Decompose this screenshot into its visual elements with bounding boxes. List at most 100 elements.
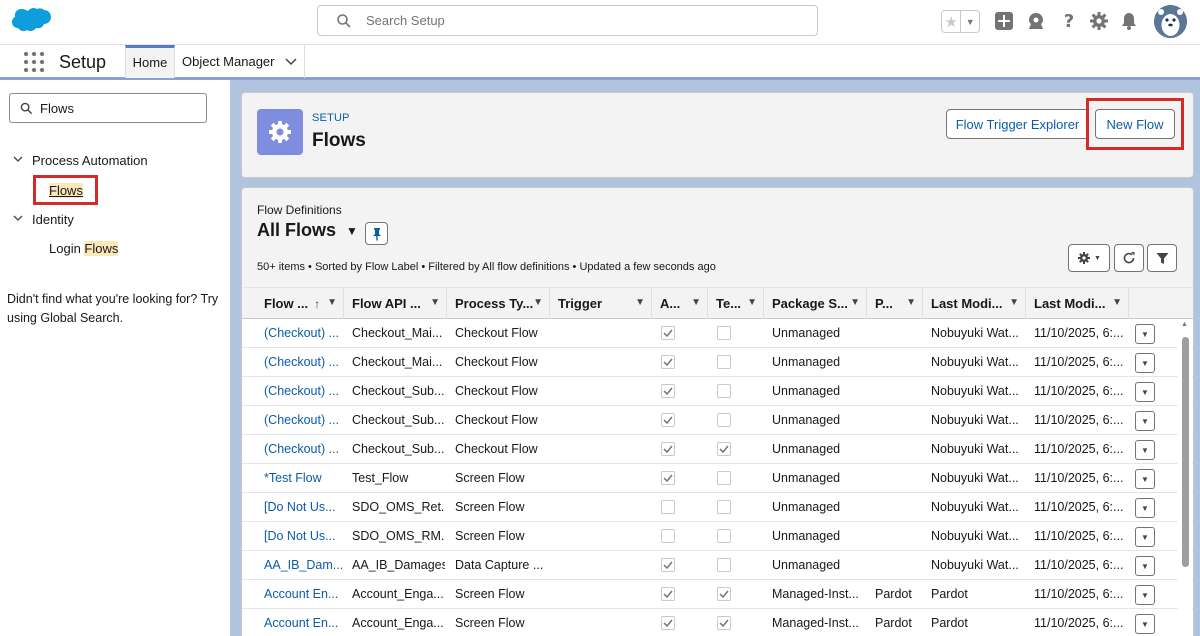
flow-label-link[interactable]: (Checkout) ...	[254, 377, 342, 405]
table-row[interactable]: (Checkout) ... Checkout_Mai... Checkout Fl…	[242, 319, 1193, 348]
template-cell	[706, 493, 762, 521]
row-action-menu-button[interactable]: ▼	[1135, 382, 1155, 402]
active-cell	[650, 493, 706, 521]
table-row[interactable]: *Test Flow Test_Flow Screen Flow Unmanaged N…	[242, 464, 1193, 493]
flow-label-link[interactable]: (Checkout) ...	[254, 348, 342, 376]
package-state-cell: Unmanaged	[772, 471, 841, 485]
tree-section-identity[interactable]: Identity	[13, 212, 74, 227]
new-flow-button[interactable]: New Flow	[1095, 109, 1175, 139]
tab-home[interactable]: Home	[125, 45, 175, 78]
flow-label-link[interactable]: *Test Flow	[254, 464, 342, 492]
list-view-selector[interactable]: All Flows ▼	[257, 220, 358, 241]
row-action-menu-button[interactable]: ▼	[1135, 585, 1155, 605]
trailhead-icon[interactable]	[1025, 10, 1047, 32]
column-header-last-modified-date[interactable]: Last Modi... ▼	[1026, 288, 1129, 319]
tab-object-manager-label: Object Manager	[182, 54, 275, 69]
column-header-active[interactable]: A... ▼	[652, 288, 708, 319]
chevron-down-icon[interactable]: ▼	[747, 297, 757, 308]
last-modified-by-cell: Nobuyuki Wat...	[931, 442, 1019, 456]
quick-find[interactable]	[9, 93, 207, 123]
chevron-down-icon[interactable]: ▼	[691, 297, 701, 308]
row-action-menu-button[interactable]: ▼	[1135, 614, 1155, 634]
flow-label-link[interactable]: Account En...	[254, 609, 342, 636]
chevron-down-icon[interactable]: ▼	[533, 297, 543, 308]
column-header-package-state[interactable]: Package S... ▼	[764, 288, 867, 319]
column-header-last-modified-by[interactable]: Last Modi... ▼	[923, 288, 1026, 319]
chevron-down-icon[interactable]: ▼	[850, 297, 860, 308]
row-action-menu-button[interactable]: ▼	[1135, 527, 1155, 547]
chevron-down-icon[interactable]	[13, 214, 25, 225]
list-view-controls-button[interactable]: ▼	[1068, 244, 1110, 272]
scroll-thumb[interactable]	[1182, 337, 1189, 567]
row-action-menu-button[interactable]: ▼	[1135, 556, 1155, 576]
global-search[interactable]	[317, 5, 818, 36]
flow-label-link[interactable]: (Checkout) ...	[254, 406, 342, 434]
active-checkbox	[661, 413, 675, 427]
table-row[interactable]: (Checkout) ... Checkout_Sub... Checkout Fl…	[242, 377, 1193, 406]
filter-button[interactable]	[1147, 244, 1177, 272]
favorites-group[interactable]: ★ ▼	[941, 10, 980, 33]
table-row[interactable]: Account En... Account_Enga... Screen Flow M…	[242, 609, 1193, 636]
row-action-menu-button[interactable]: ▼	[1135, 440, 1155, 460]
column-header-package[interactable]: P... ▼	[867, 288, 923, 319]
salesforce-logo[interactable]	[12, 7, 52, 35]
add-icon[interactable]	[993, 10, 1015, 32]
column-header-process-type[interactable]: Process Ty... ▼	[447, 288, 550, 319]
flow-label-link[interactable]: [Do Not Us...	[254, 493, 342, 521]
chevron-down-icon[interactable]: ▼	[906, 297, 916, 308]
row-action-menu-button[interactable]: ▼	[1135, 498, 1155, 518]
scroll-up-icon[interactable]: ▲	[1181, 321, 1188, 328]
flow-label-link[interactable]: Account En...	[254, 580, 342, 608]
tree-section-process-automation[interactable]: Process Automation	[13, 153, 148, 168]
row-action-menu-button[interactable]: ▼	[1135, 469, 1155, 489]
column-header-flow-label[interactable]: Flow ... ↑ ▼	[256, 288, 344, 319]
avatar[interactable]	[1154, 5, 1187, 38]
column-header-flow-api[interactable]: Flow API ... ▼	[344, 288, 447, 319]
caret-down-icon[interactable]: ▼	[346, 224, 358, 238]
pin-button[interactable]	[365, 222, 388, 245]
flow-label-link[interactable]: (Checkout) ...	[254, 319, 342, 347]
table-row[interactable]: Account En... Account_Enga... Screen Flow M…	[242, 580, 1193, 609]
table-row[interactable]: (Checkout) ... Checkout_Sub... Checkout Fl…	[242, 406, 1193, 435]
column-header-trigger[interactable]: Trigger ▼	[550, 288, 652, 319]
chevron-down-icon[interactable]: ▼	[961, 11, 979, 32]
flow-label-link[interactable]: (Checkout) ...	[254, 435, 342, 463]
trigger-cell	[548, 580, 650, 608]
row-action-menu-button[interactable]: ▼	[1135, 353, 1155, 373]
tab-object-manager[interactable]: Object Manager	[175, 45, 305, 78]
chevron-down-icon[interactable]	[284, 54, 297, 69]
table-row[interactable]: (Checkout) ... Checkout_Sub... Checkout Fl…	[242, 435, 1193, 464]
active-cell	[650, 319, 706, 347]
chevron-down-icon[interactable]: ▼	[1112, 297, 1122, 308]
column-header-template[interactable]: Te... ▼	[708, 288, 764, 319]
gear-icon[interactable]	[1088, 10, 1110, 32]
table-row[interactable]: AA_IB_Dam... AA_IB_Damages Data Capture ..…	[242, 551, 1193, 580]
sidebar-item-login-flows[interactable]: Login Flows	[49, 241, 119, 256]
help-icon[interactable]: ?	[1058, 10, 1080, 32]
package-cell	[865, 406, 921, 434]
chevron-down-icon[interactable]	[13, 155, 25, 166]
table-scrollbar[interactable]: ▲	[1178, 319, 1192, 636]
sort-ascending-icon[interactable]: ↑	[314, 297, 320, 311]
global-search-input[interactable]	[366, 6, 806, 35]
active-checkbox	[661, 616, 675, 630]
refresh-button[interactable]	[1114, 244, 1144, 272]
row-action-menu-button[interactable]: ▼	[1135, 324, 1155, 344]
chevron-down-icon[interactable]: ▼	[1009, 297, 1019, 308]
table-row[interactable]: [Do Not Us... SDO_OMS_Ret... Screen Flow Un…	[242, 493, 1193, 522]
bell-icon[interactable]	[1118, 10, 1140, 32]
row-action-menu-button[interactable]: ▼	[1135, 411, 1155, 431]
sidebar-item-flows[interactable]: Flows	[33, 175, 98, 205]
app-launcher-icon[interactable]	[24, 52, 44, 72]
flow-trigger-explorer-button[interactable]: Flow Trigger Explorer	[946, 109, 1089, 139]
chevron-down-icon[interactable]: ▼	[327, 297, 337, 308]
quick-find-input[interactable]	[40, 94, 200, 122]
chevron-down-icon[interactable]: ▼	[430, 297, 440, 308]
flow-label-link[interactable]: [Do Not Us...	[254, 522, 342, 550]
star-icon[interactable]: ★	[942, 11, 962, 32]
table-row[interactable]: (Checkout) ... Checkout_Mai... Checkout Fl…	[242, 348, 1193, 377]
table-row[interactable]: [Do Not Us... SDO_OMS_RM... Screen Flow Unm…	[242, 522, 1193, 551]
flow-gear-icon	[257, 109, 303, 155]
chevron-down-icon[interactable]: ▼	[635, 297, 645, 308]
flow-label-link[interactable]: AA_IB_Dam...	[254, 551, 342, 579]
